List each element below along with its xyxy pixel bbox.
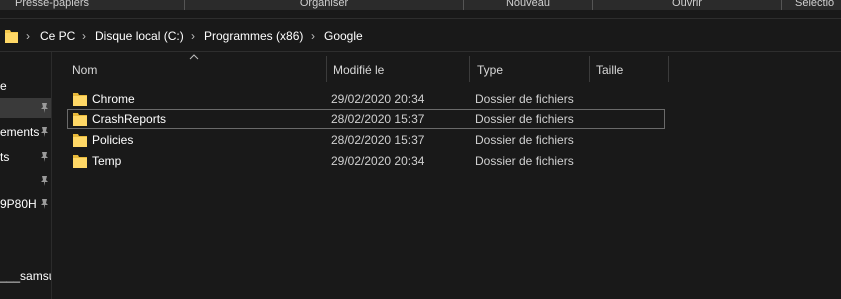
breadcrumb-chevron-icon[interactable]: › [26, 28, 30, 44]
ribbon-group-select[interactable]: Sélectio [795, 0, 841, 10]
ribbon-group-open[interactable]: Ouvrir [593, 0, 781, 10]
column-header-modified[interactable]: Modifié le [327, 56, 469, 82]
file-type: Dossier de fichiers [475, 92, 574, 106]
nav-item-label: ___samsu [0, 269, 51, 283]
column-separator[interactable] [469, 56, 470, 82]
column-header-size[interactable]: Taille [590, 56, 668, 82]
breadcrumb-chevron-icon[interactable]: › [82, 28, 86, 44]
pin-icon [41, 199, 48, 209]
file-row[interactable]: CrashReports 28/02/2020 15:37 Dossier de… [67, 109, 665, 129]
pin-icon [41, 103, 48, 113]
file-modified: 29/02/2020 20:34 [331, 154, 425, 168]
breadcrumb-local-disk[interactable]: Disque local (C:) [95, 28, 184, 44]
breadcrumb-this-pc[interactable]: Ce PC [40, 28, 75, 44]
file-row[interactable]: Chrome 29/02/2020 20:34 Dossier de fichi… [67, 89, 665, 109]
ribbon-group-organize[interactable]: Organiser [185, 0, 463, 10]
ribbon-divider [0, 10, 841, 18]
pin-icon [41, 176, 48, 186]
column-separator[interactable] [668, 56, 669, 82]
file-row[interactable]: Temp 29/02/2020 20:34 Dossier de fichier… [67, 151, 665, 171]
nav-item[interactable]: 9P80H [0, 194, 51, 214]
nav-item[interactable] [0, 98, 51, 118]
folder-icon [5, 30, 18, 43]
folder-icon [73, 93, 87, 106]
file-modified: 28/02/2020 15:37 [331, 112, 425, 126]
breadcrumb-google[interactable]: Google [324, 28, 363, 44]
file-modified: 28/02/2020 15:37 [331, 133, 425, 147]
pin-icon [41, 152, 48, 162]
nav-item-label: ts [0, 150, 10, 164]
navigation-pane: e ements ts 9P80H ___samsu [0, 52, 52, 299]
file-type: Dossier de fichiers [475, 112, 574, 126]
file-row[interactable]: Policies 28/02/2020 15:37 Dossier de fic… [67, 130, 665, 150]
ribbon-separator [781, 0, 782, 10]
nav-item[interactable] [0, 171, 51, 191]
nav-item[interactable]: ts [0, 147, 51, 167]
breadcrumb-program-files[interactable]: Programmes (x86) [204, 28, 303, 44]
ribbon: Presse-papiers Organiser Nouveau Ouvrir … [0, 0, 841, 10]
pin-icon [41, 127, 48, 137]
column-header-name[interactable]: Nom [66, 56, 326, 82]
file-name: CrashReports [92, 112, 167, 126]
file-type: Dossier de fichiers [475, 133, 574, 147]
breadcrumb-chevron-icon[interactable]: › [191, 28, 195, 44]
ribbon-group-clipboard[interactable]: Presse-papiers [0, 0, 104, 10]
breadcrumb-chevron-icon[interactable]: › [311, 28, 315, 44]
nav-item-label: ements [0, 125, 40, 139]
file-name: Chrome [92, 92, 135, 106]
file-name: Temp [92, 154, 122, 168]
nav-item[interactable]: ements [0, 122, 51, 142]
file-name: Policies [92, 133, 134, 147]
folder-icon [73, 134, 87, 147]
nav-item-label: e [0, 79, 7, 93]
nav-item[interactable]: ___samsu [0, 266, 51, 286]
column-header-type[interactable]: Type [471, 56, 589, 82]
folder-icon [73, 155, 87, 168]
nav-item[interactable]: e [0, 76, 51, 96]
ribbon-group-new[interactable]: Nouveau [464, 0, 592, 10]
file-modified: 29/02/2020 20:34 [331, 92, 425, 106]
file-type: Dossier de fichiers [475, 154, 574, 168]
address-bar[interactable]: › Ce PC › Disque local (C:) › Programmes… [0, 18, 841, 52]
nav-item-label: 9P80H [0, 197, 37, 211]
folder-icon [73, 113, 87, 126]
